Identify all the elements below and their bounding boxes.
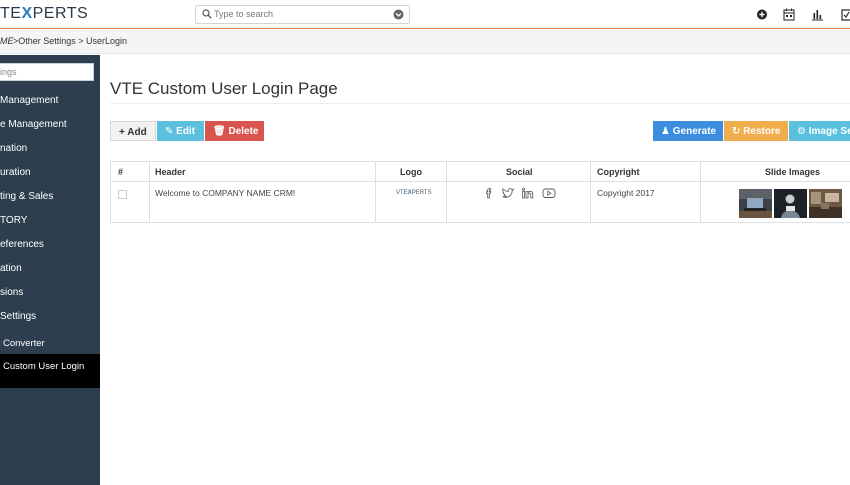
sidebar-item-tory[interactable]: TORY [0,215,100,226]
sidebar-item-ation[interactable]: ation [0,263,100,274]
column-header-slide-images: Slide Images [765,167,821,177]
login-page-table: # Header Logo Social Copyright Slide Ima… [110,161,850,223]
twitter-icon[interactable] [501,187,515,199]
top-bar: TEXPERTS Type to search [0,0,850,29]
column-header-copyright: Copyright [597,167,640,177]
row-checkbox[interactable] [118,190,127,199]
cell-copyright: Copyright 2017 [597,188,655,198]
cell-header: Welcome to COMPANY NAME CRM! [155,188,296,198]
sidebar-item-uration[interactable]: uration [0,167,100,178]
slide-image-person[interactable] [774,189,807,218]
sidebar: ttings Management e Management nation ur… [0,55,100,485]
mini-logo-suffix: PERTS [411,190,432,196]
logo-prefix: TE [0,5,22,22]
add-button[interactable]: + Add [110,121,156,141]
sidebar-search-input[interactable]: ttings [0,63,94,81]
column-divider [590,162,591,222]
sidebar-item-sions[interactable]: sions [0,287,100,298]
title-divider [110,103,850,104]
search-input[interactable]: Type to search [195,5,410,24]
slide-image-room[interactable] [809,189,842,218]
mini-logo-prefix: VTE [396,190,408,196]
column-header-logo: Logo [400,167,422,177]
column-divider [446,162,447,222]
sidebar-item-eferences[interactable]: eferences [0,239,100,250]
sidebar-search-placeholder: ttings [0,67,17,77]
restore-button[interactable]: ↻ Restore [724,121,788,141]
youtube-icon[interactable] [542,187,556,199]
search-placeholder: Type to search [214,9,274,19]
sidebar-item-settings[interactable]: Settings [0,311,100,322]
chevron-down-circle-icon[interactable] [393,9,404,20]
cell-logo: VTEXPERTS [396,190,432,196]
app-logo[interactable]: TEXPERTS [0,5,88,23]
column-divider [700,162,701,222]
breadcrumb-path[interactable]: >Other Settings > UserLogin [13,36,127,46]
check-square-icon[interactable] [841,8,850,21]
breadcrumb-home[interactable]: ME [0,36,14,46]
sidebar-item-ting-sales[interactable]: ting & Sales [0,191,100,202]
column-header-header: Header [155,167,186,177]
sidebar-item-nation[interactable]: nation [0,143,100,154]
sidebar-item-converter[interactable]: Converter [0,338,100,349]
slide-image-laptop[interactable] [739,189,772,218]
main-content: VTE Custom User Login Page + Add ✎ Edit … [100,55,850,485]
search-icon [202,9,212,19]
column-divider [375,162,376,222]
logo-suffix: PERTS [32,5,89,22]
column-header-social: Social [506,167,533,177]
breadcrumb: ME >Other Settings > UserLogin [0,30,850,54]
plus-circle-icon[interactable] [756,8,768,21]
sidebar-item-custom-user-login[interactable]: Custom User Login [0,361,100,372]
calendar-icon[interactable] [783,8,795,21]
delete-button[interactable]: 🗑 Delete [205,121,264,141]
page-title: VTE Custom User Login Page [110,79,338,98]
linkedin-icon[interactable] [521,187,535,199]
sidebar-item-e-management[interactable]: e Management [0,119,100,130]
table-header-row [111,162,850,182]
logo-x: X [21,5,33,22]
image-settings-button[interactable]: ⚙ Image Se [789,121,850,141]
column-divider [149,162,150,222]
sidebar-item-management[interactable]: Management [0,95,100,106]
bar-chart-icon[interactable] [811,8,824,21]
facebook-icon[interactable] [482,187,496,199]
column-header-index: # [118,167,124,177]
edit-button[interactable]: ✎ Edit [157,121,204,141]
generate-button[interactable]: ♟ Generate [653,121,723,141]
